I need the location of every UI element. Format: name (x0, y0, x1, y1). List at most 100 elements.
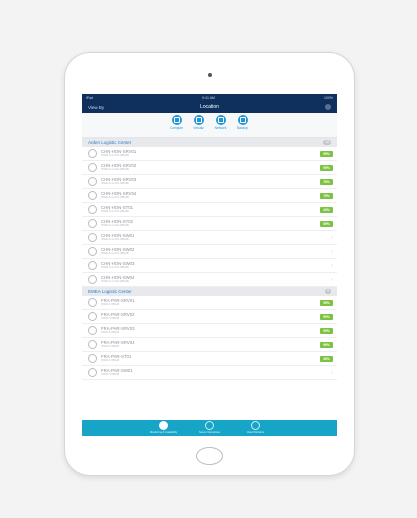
tab-label: Server Operations (198, 431, 221, 434)
section-title: Arden Logistic Center (88, 140, 132, 145)
device-icon (88, 298, 97, 307)
camera-dot (208, 73, 212, 77)
status-time: 9:41 AM (202, 95, 215, 100)
section-count-badge: 6 (325, 289, 331, 294)
chevron-right-icon: › (331, 248, 333, 255)
virtual-icon (193, 115, 204, 125)
nav-bar: View By Location (82, 101, 337, 113)
device-subtitle: ONRLS an D3 (#BAM) (101, 153, 130, 158)
device-icon (88, 205, 97, 214)
device-subtitle: ONRLS #BAM (101, 344, 120, 349)
device-row[interactable]: FRA-PAR-SRV04 ONRLS #BAM 99% (82, 338, 337, 352)
device-subtitle: ONRLS an D3 (#BAM) (101, 237, 130, 242)
device-icon (88, 261, 97, 270)
device-icon (88, 326, 97, 335)
ipad-device: iPad 9:41 AM 100% View By Location Compu… (64, 52, 355, 476)
home-button[interactable] (196, 447, 223, 465)
status-badge: 99% (320, 150, 333, 157)
tool-network[interactable]: Network (213, 115, 229, 130)
tool-virtual[interactable]: Virtualz (191, 115, 207, 130)
device-text: CHN-HON-SRV04 ONRLS an D3 (#BAM) (101, 191, 320, 200)
view-by-button[interactable]: View By (88, 105, 104, 110)
device-subtitle: ONRLS #BAM (101, 358, 120, 363)
section-header[interactable]: EMEA Logistic Center 6 (82, 287, 337, 296)
device-subtitle: ONRLS #BAM (101, 302, 120, 307)
device-icon (88, 354, 97, 363)
device-text: CHN-HON-ST02 ONRLS an D3 (#BAM) (101, 219, 320, 228)
device-icon (88, 247, 97, 256)
device-icon (88, 191, 97, 200)
device-row[interactable]: CHN-HON-SW03 ONRLS an D3 (#BAM) › (82, 259, 337, 273)
tab-bar: Monitoring & Availability Server Operati… (82, 420, 337, 436)
device-row[interactable]: CHN-HON-SRV03 ONRLS an D3 (#BAM) 76% (82, 175, 337, 189)
device-text: FRA-PAR-ST01 ONRLS #BAM (101, 354, 320, 363)
device-row[interactable]: FRA-PAR-SRV03 ONRLS #BAM 99% (82, 324, 337, 338)
backup-icon (237, 115, 248, 125)
tool-compute[interactable]: Compute (169, 115, 185, 130)
device-row[interactable]: FRA-PAR-SRV01 ONRLS #BAM 99% (82, 296, 337, 310)
device-text: CHN-HON-SRV01 ONRLS an D3 (#BAM) (101, 149, 320, 158)
status-left: iPad (86, 95, 94, 100)
device-icon (88, 219, 97, 228)
category-toolbar: Compute Virtualz Network Backup (82, 113, 337, 138)
device-row[interactable]: CHN-HON-SRV01 ONRLS an D3 (#BAM) 99% (82, 147, 337, 161)
device-text: FRA-PAR-SRV03 ONRLS #BAM (101, 326, 320, 335)
device-row[interactable]: FRA-PAR-SRV02 ONRLS #BAM 99% (82, 310, 337, 324)
device-subtitle: ONRLS an D3 (#BAM) (101, 195, 130, 200)
status-badge: 59% (320, 220, 333, 227)
device-text: FRA-PAR-SRV02 ONRLS #BAM (101, 312, 320, 321)
device-icon (88, 233, 97, 242)
monitoring-icon (159, 421, 168, 430)
tab-label: Monitoring & Availability (149, 431, 178, 434)
device-subtitle: ONRLS an D3 (#BAM) (101, 251, 130, 256)
device-row[interactable]: FRA-PAR-SW01 ONRLS #BAM › (82, 366, 337, 380)
cloud-icon (251, 421, 260, 430)
device-text: CHN-HON-SRV02 ONRLS an D3 (#BAM) (101, 163, 320, 172)
device-text: CHN-HON-SW03 ONRLS an D3 (#BAM) (101, 261, 327, 270)
status-badge: 99% (320, 341, 333, 348)
device-row[interactable]: CHN-HON-ST01 ONRLS an D3 (#BAM) 43% (82, 203, 337, 217)
device-row[interactable]: CHN-HON-SRV02 ONRLS an D3 (#BAM) 99% (82, 161, 337, 175)
chevron-right-icon: › (331, 276, 333, 283)
device-subtitle: ONRLS an D3 (#BAM) (101, 265, 130, 270)
device-text: CHN-HON-SW01 ONRLS an D3 (#BAM) (101, 233, 327, 242)
section-title: EMEA Logistic Center (88, 289, 132, 294)
section-count-badge: 10 (323, 140, 331, 145)
device-row[interactable]: CHN-HON-SRV04 ONRLS an D3 (#BAM) 75% (82, 189, 337, 203)
device-icon (88, 177, 97, 186)
device-subtitle: ONRLS #BAM (101, 372, 120, 377)
device-row[interactable]: CHN-HON-SW01 ONRLS an D3 (#BAM) › (82, 231, 337, 245)
device-subtitle: ONRLS #BAM (101, 316, 120, 321)
device-icon (88, 163, 97, 172)
device-text: FRA-PAR-SW01 ONRLS #BAM (101, 368, 327, 377)
profile-icon[interactable] (325, 104, 331, 110)
tab-cloud-monitors[interactable]: Cloud Monitors (242, 421, 270, 434)
tool-backup[interactable]: Backup (235, 115, 251, 130)
tool-label: Compute (170, 126, 183, 130)
status-battery: 100% (324, 95, 333, 100)
tab-server-operations[interactable]: Server Operations (196, 421, 224, 434)
device-subtitle: ONRLS an D3 (#BAM) (101, 209, 130, 214)
device-row[interactable]: CHN-HON-SW04 ONRLS an D3 (#BAM) › (82, 273, 337, 287)
device-row[interactable]: CHN-HON-SW02 ONRLS an D3 (#BAM) › (82, 245, 337, 259)
device-icon (88, 312, 97, 321)
status-bar: iPad 9:41 AM 100% (82, 94, 337, 101)
device-subtitle: ONRLS #BAM (101, 330, 120, 335)
section-header[interactable]: Arden Logistic Center 10 (82, 138, 337, 147)
device-row[interactable]: FRA-PAR-ST01 ONRLS #BAM 40% (82, 352, 337, 366)
status-badge: 75% (320, 192, 333, 199)
device-text: CHN-HON-SW04 ONRLS an D3 (#BAM) (101, 275, 327, 284)
tab-label: Cloud Monitors (246, 431, 265, 434)
tool-label: Backup (237, 126, 248, 130)
tab-monitoring[interactable]: Monitoring & Availability (150, 421, 178, 434)
network-icon (215, 115, 226, 125)
device-icon (88, 340, 97, 349)
device-text: FRA-PAR-SRV04 ONRLS #BAM (101, 340, 320, 349)
device-icon (88, 275, 97, 284)
device-subtitle: ONRLS an D3 (#BAM) (101, 279, 130, 284)
device-row[interactable]: CHN-HON-ST02 ONRLS an D3 (#BAM) 59% (82, 217, 337, 231)
status-badge: 43% (320, 206, 333, 213)
tool-label: Network (214, 126, 227, 130)
status-badge: 99% (320, 313, 333, 320)
device-subtitle: ONRLS an D3 (#BAM) (101, 181, 130, 186)
